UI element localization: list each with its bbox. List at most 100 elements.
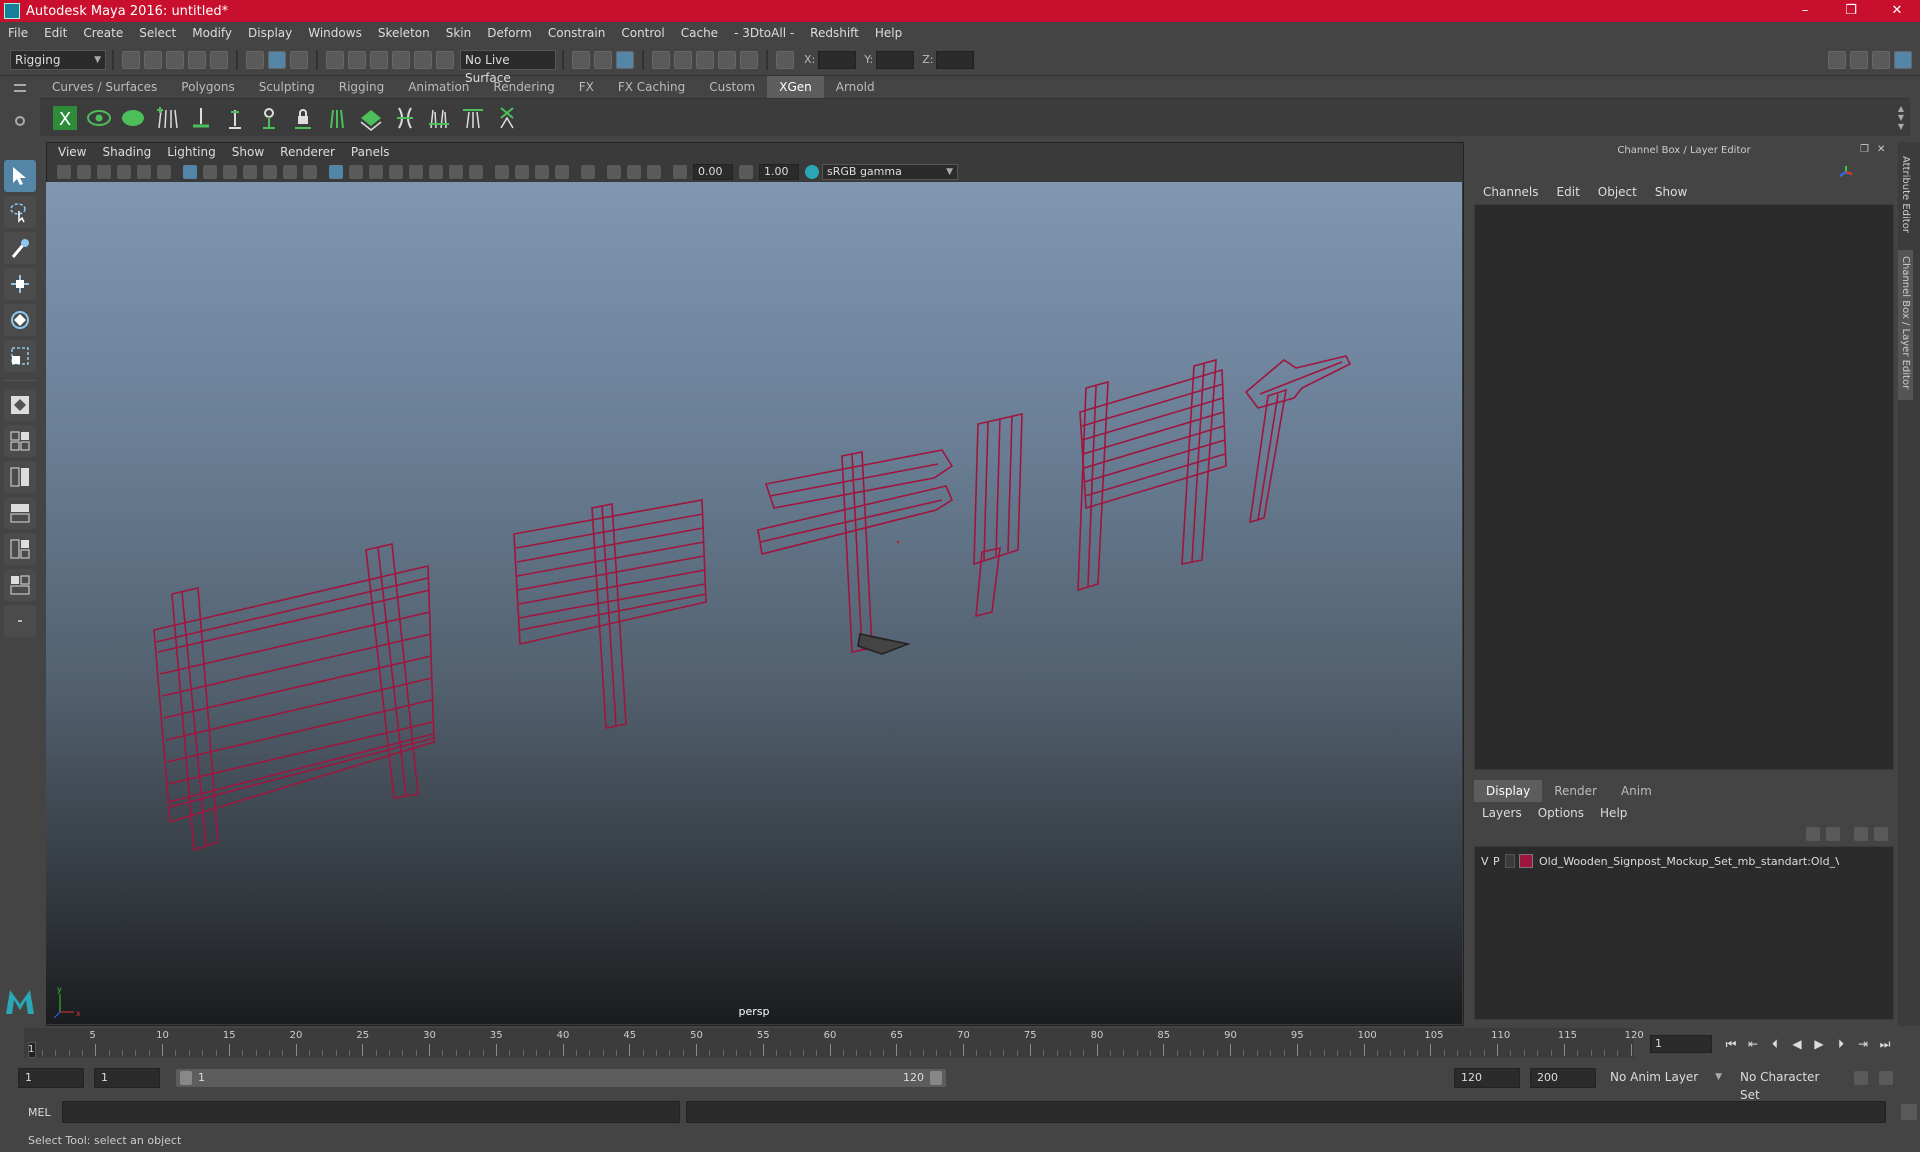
single-perspective-layout[interactable] — [4, 389, 36, 421]
undo-icon[interactable] — [188, 50, 206, 69]
menu-deform[interactable]: Deform — [479, 22, 540, 44]
render-view-icon[interactable] — [652, 50, 670, 69]
xray-joints-icon[interactable] — [607, 165, 621, 179]
menu-file[interactable]: File — [0, 22, 36, 44]
new-scene-icon[interactable] — [122, 50, 140, 69]
default-material-icon[interactable] — [369, 165, 383, 179]
float-panel-icon[interactable]: ❐ — [1860, 144, 1869, 155]
tab-channel-box-layer-editor[interactable]: Channel Box / Layer Editor — [1898, 250, 1913, 400]
animation-end-input[interactable]: 200 — [1530, 1068, 1596, 1088]
tab-rendering[interactable]: Rendering — [481, 76, 566, 98]
persp-graph-layout[interactable] — [4, 497, 36, 529]
field-chart-icon[interactable] — [263, 165, 277, 179]
snap-surface-icon[interactable] — [414, 50, 432, 69]
textured-icon[interactable] — [429, 165, 443, 179]
backface-culling-icon[interactable] — [647, 165, 661, 179]
le-menu-layers[interactable]: Layers — [1474, 802, 1530, 824]
smooth-shade-icon[interactable] — [349, 165, 363, 179]
select-tool[interactable] — [4, 160, 36, 192]
layer-visibility-toggle[interactable]: V — [1481, 855, 1493, 868]
character-set-dropdown[interactable]: No Character Set — [1736, 1068, 1846, 1102]
wireframe-on-shaded-icon[interactable] — [389, 165, 403, 179]
menu-constrain[interactable]: Constrain — [540, 22, 614, 44]
step-back-frame-icon[interactable]: ⏴ — [1764, 1037, 1786, 1052]
tab-sculpting[interactable]: Sculpting — [247, 76, 327, 98]
isolate-select-icon[interactable] — [581, 165, 595, 179]
render-current-icon[interactable] — [674, 50, 692, 69]
menu-modify[interactable]: Modify — [184, 22, 240, 44]
layer-playback-toggle[interactable]: P — [1493, 855, 1505, 868]
tab-fx[interactable]: FX — [567, 76, 606, 98]
select-component-icon[interactable] — [290, 50, 308, 69]
layer-row[interactable]: V P Old_Wooden_Signpost_Mockup_Set_mb_st… — [1475, 851, 1893, 871]
viewport-menu-panels[interactable]: Panels — [343, 142, 398, 162]
axis-orient-icon[interactable] — [1838, 164, 1854, 180]
viewport-menu-show[interactable]: Show — [224, 142, 272, 162]
menu-control[interactable]: Control — [613, 22, 672, 44]
xray-icon[interactable] — [409, 165, 423, 179]
channel-box-list[interactable] — [1474, 204, 1894, 770]
persp-hypershade-layout[interactable] — [4, 533, 36, 565]
range-slider-end-handle[interactable] — [930, 1071, 942, 1085]
live-surface-field[interactable]: No Live Surface — [460, 49, 556, 85]
signpost-single-arrow[interactable] — [1244, 355, 1352, 524]
cb-menu-edit[interactable]: Edit — [1548, 182, 1589, 202]
go-to-end-icon[interactable]: ⏭ — [1874, 1037, 1896, 1052]
time-slider[interactable]: 5 10 15 20 25 30 35 40 45 50 55 60 65 70 75 80 85 90 95 100… — [24, 1028, 1644, 1058]
xgen-place-guides-icon[interactable] — [187, 104, 215, 132]
go-to-start-icon[interactable]: ⏮ — [1720, 1037, 1742, 1052]
select-object-icon[interactable] — [268, 50, 286, 69]
tool-settings-toggle-icon[interactable] — [1872, 50, 1890, 69]
xgen-guide-length-icon[interactable] — [221, 104, 249, 132]
xgen-noise-icon[interactable] — [425, 104, 453, 132]
select-hierarchy-icon[interactable] — [246, 50, 264, 69]
open-scene-icon[interactable] — [144, 50, 162, 69]
color-management-icon[interactable] — [805, 165, 819, 179]
four-view-layout[interactable] — [4, 425, 36, 457]
animation-preferences-icon[interactable] — [1879, 1071, 1893, 1085]
xgen-cut-icon[interactable] — [459, 104, 487, 132]
viewport-menu-renderer[interactable]: Renderer — [272, 142, 343, 162]
safe-action-icon[interactable] — [283, 165, 297, 179]
shelf-menu-icon[interactable] — [14, 84, 26, 92]
shelf-settings-gear-icon[interactable] — [15, 116, 25, 126]
signpost-large-board[interactable] — [153, 543, 435, 852]
modeling-toolkit-icon[interactable] — [1828, 50, 1846, 69]
xgen-create-description-icon[interactable] — [119, 104, 147, 132]
save-scene-icon[interactable] — [166, 50, 184, 69]
script-editor-icon[interactable] — [1901, 1104, 1917, 1120]
signpost-tall-panel[interactable] — [973, 412, 1023, 618]
rotate-tool[interactable] — [4, 304, 36, 336]
step-forward-frame-icon[interactable]: ⏵ — [1830, 1037, 1852, 1052]
bookmarks-icon[interactable] — [97, 165, 111, 179]
xgen-clump-icon[interactable] — [391, 104, 419, 132]
depth-of-field-icon[interactable] — [555, 165, 569, 179]
gate-mask-icon[interactable] — [243, 165, 257, 179]
step-forward-key-icon[interactable]: ⇥ — [1852, 1037, 1874, 1051]
shelf-scroll-arrows[interactable]: ▲ ▼ ▼ — [1898, 104, 1904, 131]
tab-animation[interactable]: Animation — [396, 76, 481, 98]
menu-display[interactable]: Display — [240, 22, 300, 44]
grid-toggle-icon[interactable] — [183, 165, 197, 179]
perspective-viewport[interactable]: y x persp — [46, 182, 1462, 1024]
persp-outliner-layout[interactable] — [4, 461, 36, 493]
image-plane-icon[interactable] — [117, 165, 131, 179]
play-forwards-icon[interactable]: ▶ — [1808, 1037, 1830, 1051]
tab-render[interactable]: Render — [1542, 780, 1609, 802]
new-empty-layer-icon[interactable] — [1854, 827, 1868, 841]
animation-start-input[interactable]: 1 — [18, 1068, 84, 1088]
range-slider-start-handle[interactable] — [180, 1071, 192, 1085]
x-input[interactable] — [818, 50, 857, 69]
transform-mode-icon[interactable] — [776, 50, 794, 69]
cb-menu-channels[interactable]: Channels — [1474, 182, 1548, 202]
play-backwards-icon[interactable]: ◀ — [1786, 1037, 1808, 1051]
menu-windows[interactable]: Windows — [300, 22, 370, 44]
tab-curves-surfaces[interactable]: Curves / Surfaces — [40, 76, 169, 98]
xgen-lock-guides-icon[interactable] — [289, 104, 317, 132]
persp-uv-layout[interactable] — [4, 569, 36, 601]
viewport-menu-view[interactable]: View — [50, 142, 94, 162]
signpost-double-arrow[interactable] — [757, 449, 954, 655]
menu-cache[interactable]: Cache — [673, 22, 726, 44]
xgen-editor-icon[interactable]: X — [51, 104, 79, 132]
snap-pivot-icon[interactable] — [436, 50, 454, 69]
